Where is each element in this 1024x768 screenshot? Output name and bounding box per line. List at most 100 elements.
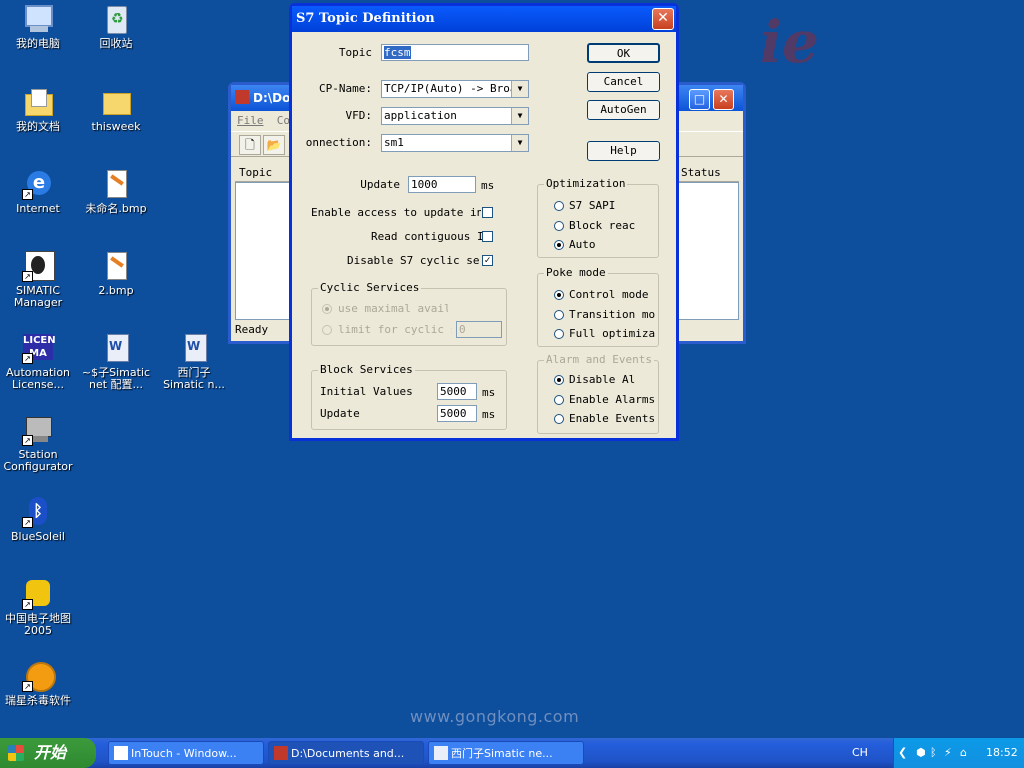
task-label: InTouch - Window...	[131, 747, 237, 760]
tray-connection-icon[interactable]: ⌂	[960, 738, 967, 768]
watermark-text: www.gongkong.com	[410, 707, 580, 726]
use-maximal-radio[interactable]	[322, 304, 332, 314]
control-mode-radio[interactable]	[554, 290, 564, 300]
limit-cyclic-radio[interactable]	[322, 325, 332, 335]
internet-explorer-icon: e ↗	[22, 168, 54, 200]
full-optimization-radio[interactable]	[554, 329, 564, 339]
disable-alarms-radio[interactable]	[554, 375, 564, 385]
column-topic[interactable]: Topic	[239, 166, 272, 179]
desktop-icon-automation-license[interactable]: LICEN MA ↗ Automation License...	[0, 332, 76, 391]
tray-plug-icon[interactable]: ⚡	[944, 738, 952, 768]
update-input[interactable]: 1000	[408, 176, 476, 193]
open-folder-icon[interactable]: 📂	[263, 135, 285, 155]
tray-network-icon[interactable]: ⬢	[916, 738, 926, 768]
computer-icon	[22, 3, 54, 35]
cp-name-label: CP-Name:	[319, 82, 372, 95]
windows-flag-icon	[8, 745, 24, 761]
control-mode-label: Control mode	[569, 288, 649, 301]
enable-alarms-radio[interactable]	[554, 395, 564, 405]
menu-file[interactable]: File	[237, 114, 264, 127]
connection-select[interactable]: sm1 ▼	[381, 134, 529, 152]
connection-label: onnection:	[305, 136, 372, 149]
s7-sapi-radio[interactable]	[554, 201, 564, 211]
auto-label: Auto	[569, 238, 596, 251]
menu-co[interactable]: Co	[277, 114, 290, 127]
enable-access-checkbox[interactable]	[482, 207, 493, 218]
transition-mode-radio[interactable]	[554, 310, 564, 320]
map-app-icon: ↗	[22, 578, 54, 610]
desktop-icon-2-bmp[interactable]: 2.bmp	[78, 250, 154, 297]
desktop-icon-bluesoleil[interactable]: ᛒ ↗ BlueSoleil	[0, 496, 76, 543]
ok-button[interactable]: OK	[587, 43, 660, 63]
new-file-icon[interactable]: 🗋	[239, 135, 261, 155]
desktop-icon-internet[interactable]: e ↗ Internet	[0, 168, 76, 215]
desktop-icon-my-documents[interactable]: 我的文档	[0, 86, 76, 133]
language-indicator[interactable]: CH	[852, 738, 868, 768]
bitmap-file-icon	[100, 168, 132, 200]
chevron-down-icon[interactable]: ▼	[511, 108, 528, 124]
block-read-radio[interactable]	[554, 221, 564, 231]
task-label: 西门子Simatic ne...	[451, 747, 553, 760]
help-button[interactable]: Help	[587, 141, 660, 161]
task-intouch[interactable]: InTouch - Window...	[108, 741, 264, 765]
block-update-label: Update	[320, 407, 360, 420]
column-status[interactable]: Status	[681, 166, 721, 179]
block-update-input[interactable]: 5000	[437, 405, 477, 422]
clock[interactable]: 18:52	[986, 738, 1018, 768]
desktop-icon-my-computer[interactable]: 我的电脑	[0, 3, 76, 50]
initial-values-label: Initial Values	[320, 385, 413, 398]
auto-radio[interactable]	[554, 240, 564, 250]
task-documents[interactable]: D:\Documents and...	[268, 741, 424, 765]
maximize-button[interactable]: □	[689, 89, 710, 110]
topic-label: Topic	[338, 46, 372, 59]
transition-mode-label: Transition moc	[569, 308, 655, 321]
vfd-select[interactable]: application ▼	[381, 107, 529, 125]
block-update-unit: ms	[482, 408, 496, 421]
license-icon: LICEN MA ↗	[22, 334, 56, 364]
desktop-icon-bmp-unnamed[interactable]: 未命名.bmp	[78, 168, 154, 215]
desktop-icon-recycle-bin[interactable]: ♻ 回收站	[78, 3, 154, 50]
dialog-close-button[interactable]: ✕	[652, 8, 674, 30]
desktop-icon-rising-antivirus[interactable]: ↗ 瑞星杀毒软件	[0, 660, 76, 707]
chevron-down-icon[interactable]: ▼	[511, 81, 528, 97]
alarm-events-group: Alarm and Events Disable Al Enable Alarm…	[537, 353, 659, 434]
enable-events-radio[interactable]	[554, 414, 564, 424]
read-contiguous-checkbox[interactable]	[482, 231, 493, 242]
lion-icon: ↗	[22, 660, 56, 692]
limit-cyclic-label: limit for cyclic s	[338, 323, 452, 336]
cyclic-services-group: Cyclic Services use maximal availa limit…	[311, 281, 507, 346]
optimization-group: Optimization S7 SAPI Block reac Auto	[537, 177, 659, 258]
update-label: Update	[360, 178, 400, 191]
desktop-icon-simatic-net-temp[interactable]: W ~$子Simatic net 配置...	[78, 332, 154, 391]
tray-expand-icon[interactable]: ❮	[898, 738, 907, 768]
desktop-icon-thisweek[interactable]: thisweek	[78, 86, 154, 133]
limit-cyclic-input[interactable]: 0	[456, 321, 502, 338]
task-simatic-doc[interactable]: 西门子Simatic ne...	[428, 741, 584, 765]
desktop-icon-china-map[interactable]: ↗ 中国电子地图 2005	[0, 578, 76, 637]
autogen-button[interactable]: AutoGen	[587, 100, 660, 120]
disable-cyclic-label: Disable S7 cyclic serv	[347, 254, 481, 267]
chevron-down-icon[interactable]: ▼	[511, 135, 528, 151]
cancel-button[interactable]: Cancel	[587, 72, 660, 92]
start-button[interactable]: 开始	[0, 738, 96, 768]
desktop-icon-simatic-net-doc[interactable]: W 西门子 Simatic n...	[156, 332, 232, 391]
bitmap-file-icon	[100, 250, 132, 282]
cp-name-select[interactable]: TCP/IP(Auto) -> Broad ▼	[381, 80, 529, 98]
topic-input[interactable]: fcsm	[381, 44, 529, 61]
vfd-label: VFD:	[345, 109, 373, 122]
desktop-icon-simatic-manager[interactable]: ↗ SIMATIC Manager	[0, 250, 76, 309]
close-button[interactable]: ✕	[713, 89, 734, 110]
cyclic-services-caption: Cyclic Services	[318, 281, 422, 294]
full-optimization-label: Full optimizat	[569, 327, 655, 340]
desktop-icon-station-configurator[interactable]: ↗ Station Configurator	[0, 414, 76, 473]
block-services-caption: Block Services	[318, 363, 415, 376]
tray-bluetooth-icon[interactable]: ᛒ	[930, 738, 937, 768]
topic-value: fcsm	[384, 46, 411, 59]
dialog-titlebar[interactable]: S7 Topic Definition ✕	[292, 6, 676, 32]
disable-cyclic-checkbox[interactable]: ✓	[482, 255, 493, 266]
connection-value: sm1	[384, 136, 404, 149]
initial-values-input[interactable]: 5000	[437, 383, 477, 400]
update-unit: ms	[481, 179, 495, 192]
disable-alarms-label: Disable Al	[569, 373, 636, 386]
poke-mode-group: Poke mode Control mode Transition moc Fu…	[537, 266, 659, 347]
